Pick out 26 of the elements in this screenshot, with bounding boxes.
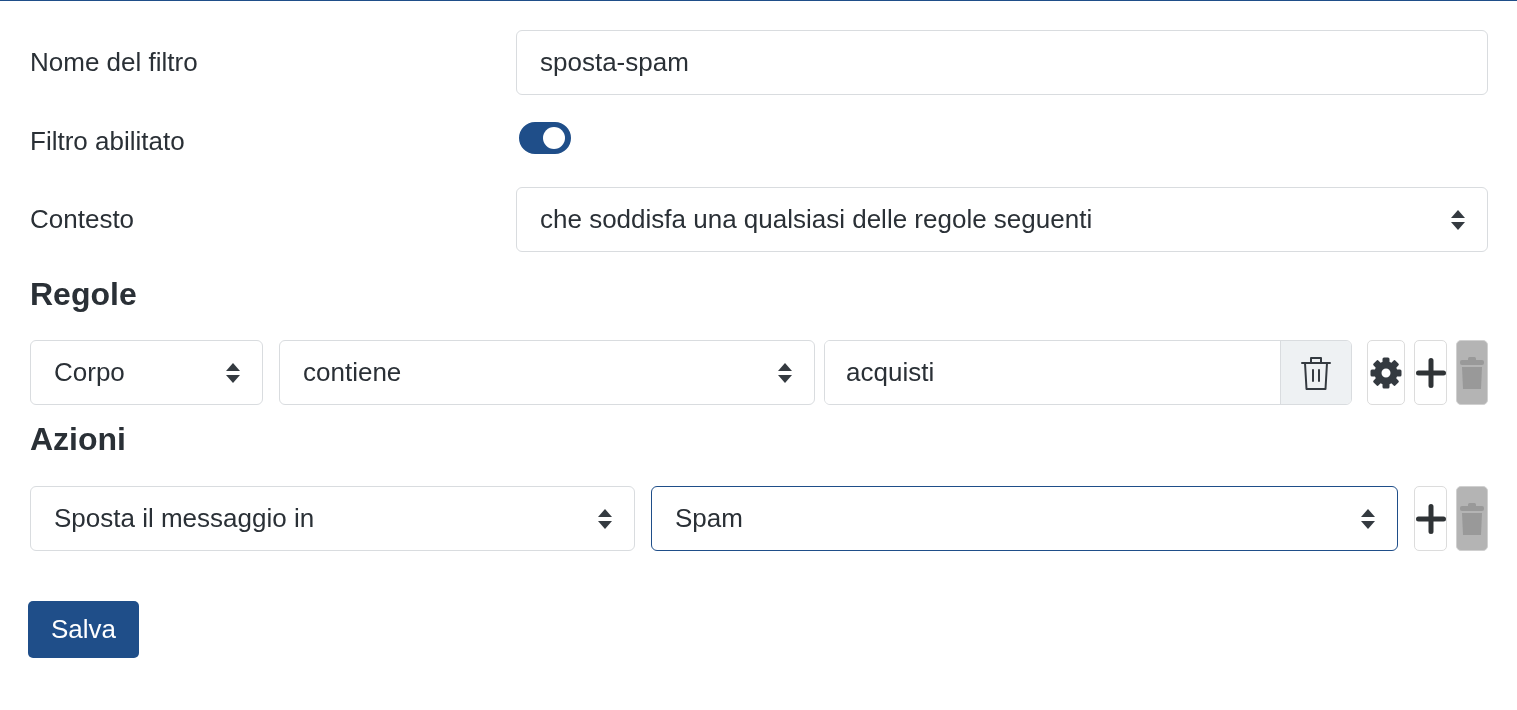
sort-arrows-icon [598, 508, 612, 529]
field-label: Filtro abilitato [30, 124, 186, 158]
dropdown[interactable]: Spam [651, 486, 1398, 551]
gear-icon [1370, 356, 1402, 389]
sort-arrows-icon [1451, 209, 1465, 230]
plus-icon [1415, 357, 1446, 388]
dropdown[interactable]: contiene [279, 340, 815, 405]
dropdown[interactable]: che soddisfa una qualsiasi delle regole seguenti [516, 187, 1488, 252]
dropdown[interactable]: Sposta il messaggio in [30, 486, 635, 551]
sort-arrows-icon [226, 362, 240, 383]
toggle-switch[interactable] [519, 122, 571, 154]
save-button[interactable]: Salva [28, 601, 139, 658]
section-heading: Regole [30, 275, 138, 314]
sort-arrows-icon [778, 362, 792, 383]
plus-icon [1415, 503, 1446, 534]
settings-button[interactable] [1367, 340, 1405, 405]
trash-icon [1460, 502, 1484, 535]
sort-arrows-icon [1361, 508, 1375, 529]
dropdown[interactable]: Corpo [30, 340, 263, 405]
add-button[interactable] [1414, 340, 1447, 405]
field-label: Contesto [30, 203, 136, 236]
field-label: Nome del filtro [30, 46, 199, 79]
add-button[interactable] [1414, 486, 1447, 551]
trash-icon [1460, 356, 1484, 389]
text-field[interactable]: sposta-spam [516, 30, 1488, 95]
section-heading: Azioni [30, 420, 127, 459]
